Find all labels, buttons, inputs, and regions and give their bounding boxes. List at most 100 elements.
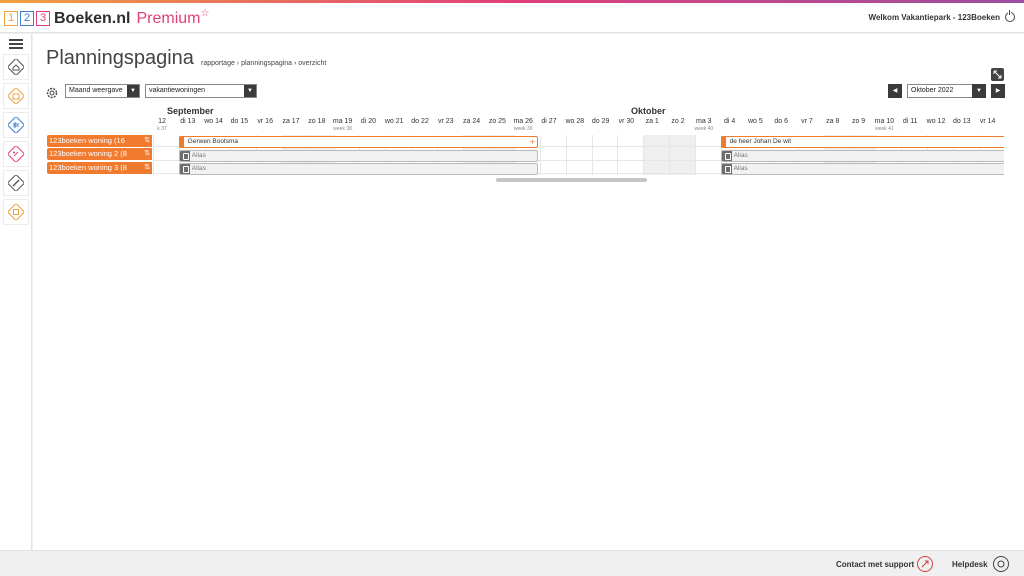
day-label: wo 14 [204, 118, 223, 125]
category-select-value: vakantiewoningen [149, 87, 206, 94]
sort-icon[interactable]: ⇅ [144, 148, 150, 160]
month-label-october: Oktober [631, 106, 666, 116]
chevron-down-icon: ▼ [244, 85, 256, 97]
next-month-button[interactable]: ▶ [991, 84, 1005, 98]
day-header: zo 2 [665, 117, 691, 135]
main-panel: Planningspagina rapportage › planningspa… [33, 34, 1024, 550]
row-label[interactable]: 123boeken woning (16 ⇅ [47, 135, 152, 147]
expand-icon[interactable] [991, 68, 1004, 81]
day-label: zo 25 [488, 118, 506, 125]
day-header: za 1 [639, 117, 665, 135]
ruler-icon[interactable] [3, 170, 29, 196]
day-label: za 8 [826, 118, 840, 125]
brand-name: Boeken.nl [54, 9, 131, 27]
day-label: di 4 [723, 118, 736, 125]
day-label: do 15 [230, 118, 249, 125]
menu-icon[interactable] [9, 39, 23, 49]
alias-block[interactable]: Alias [720, 162, 1004, 175]
day-label: wo 5 [747, 118, 763, 125]
day-header: za 17 [278, 117, 304, 135]
support-link[interactable]: Contact met support [836, 560, 914, 569]
power-icon[interactable] [1005, 10, 1015, 22]
day-label: vr 7 [801, 118, 813, 125]
week-label: k 37 [157, 126, 167, 132]
day-header: do 29 [588, 117, 614, 135]
day-header: wo 14 [201, 117, 227, 135]
alias-block[interactable]: Alias [178, 162, 538, 175]
day-label: za 15 [1000, 117, 1004, 126]
horizontal-scrollbar[interactable] [496, 178, 647, 182]
day-header: do 13 [949, 117, 975, 135]
day-header: wo 12 [923, 117, 949, 135]
planning-calendar: 12 k 37 di 13 wo 14 do 15 vr 16 za 17 zo 18 ma 1… [153, 117, 1004, 183]
alias-label: Alias [191, 164, 206, 172]
day-label: zo 2 [671, 118, 685, 125]
day-header: 12 k 37 [153, 117, 175, 135]
alias-block[interactable]: Alias [720, 149, 1004, 162]
day-label: ma 3 [696, 118, 712, 125]
day-header: ma 26 week 39 [510, 117, 536, 135]
alias-block[interactable]: Alias [178, 149, 538, 162]
row-label[interactable]: 123boeken woning 3 (8 ⇅ [47, 162, 152, 174]
day-label: vr 23 [438, 118, 454, 125]
month-select-value: Oktober 2022 [911, 87, 954, 94]
page-title: Planningspagina [46, 47, 194, 69]
row-label-text: 123boeken woning (16 [49, 136, 125, 145]
rocket-icon[interactable] [917, 556, 933, 572]
booking-bar[interactable]: Gerwen Bootsma + [178, 135, 538, 148]
day-header: di 11 [897, 117, 923, 135]
sort-icon[interactable]: ⇅ [144, 135, 150, 147]
view-select-value: Maand weergave [69, 87, 123, 94]
add-icon[interactable]: + [530, 137, 535, 147]
day-label: wo 28 [565, 118, 585, 125]
category-select[interactable]: vakantiewoningen ▼ [145, 84, 257, 98]
month-dropdown-button[interactable]: ▼ [972, 84, 986, 98]
day-label: ma 10 [874, 118, 895, 125]
calendar-grid-icon[interactable] [3, 112, 29, 138]
day-label: wo 21 [384, 118, 404, 125]
row-label-text: 123boeken woning 2 (8 [49, 149, 127, 158]
top-bar: 1 2 3 Boeken.nl Premium ☆ Welkom Vakanti… [0, 3, 1024, 33]
price-tag-icon[interactable] [3, 141, 29, 167]
day-header: za 15 [1000, 117, 1004, 135]
welcome-text: Welkom Vakantiepark - 123Boeken [868, 13, 1000, 22]
home-icon[interactable] [3, 54, 29, 80]
day-label: za 1 [645, 118, 659, 125]
day-header: vr 30 [613, 117, 639, 135]
week-label: week 38 [333, 126, 352, 132]
day-header: do 15 [226, 117, 252, 135]
day-header: vr 7 [794, 117, 820, 135]
alias-label: Alias [733, 151, 748, 159]
alias-label: Alias [733, 164, 748, 172]
helpdesk-icon[interactable] [993, 556, 1009, 572]
day-header: do 6 [768, 117, 794, 135]
day-header: za 24 [459, 117, 485, 135]
day-label: za 24 [463, 118, 481, 125]
coupon-icon[interactable] [3, 199, 29, 225]
day-label: 12 [158, 118, 166, 125]
logo[interactable]: 1 2 3 Boeken.nl Premium ☆ [4, 8, 209, 27]
day-header: wo 5 [742, 117, 768, 135]
gear-icon[interactable] [45, 86, 59, 105]
planning-icon[interactable] [3, 83, 29, 109]
day-header: vr 16 [252, 117, 278, 135]
helpdesk-link[interactable]: Helpdesk [952, 560, 988, 569]
breadcrumb[interactable]: rapportage › planningspagina › overzicht [201, 60, 326, 67]
booking-guest: de heer Johan De wit [729, 137, 792, 145]
row-label[interactable]: 123boeken woning 2 (8 ⇅ [47, 148, 152, 160]
view-select[interactable]: Maand weergave ▼ [65, 84, 140, 98]
day-label: vr 30 [618, 118, 635, 125]
month-label-september: September [167, 106, 214, 116]
booking-bar[interactable]: de heer Johan De wit [720, 135, 1004, 148]
day-header: zo 25 [484, 117, 510, 135]
week-label: week 39 [513, 126, 533, 132]
day-header: vr 14 [975, 117, 1001, 135]
prev-month-button[interactable]: ◀ [888, 84, 902, 98]
sort-icon[interactable]: ⇅ [144, 162, 150, 174]
day-label: di 13 [180, 118, 196, 125]
day-header: za 8 [820, 117, 846, 135]
day-label: di 20 [360, 118, 376, 125]
day-header: wo 28 [562, 117, 588, 135]
day-label: zo 9 [851, 118, 866, 125]
sidebar [0, 34, 32, 550]
